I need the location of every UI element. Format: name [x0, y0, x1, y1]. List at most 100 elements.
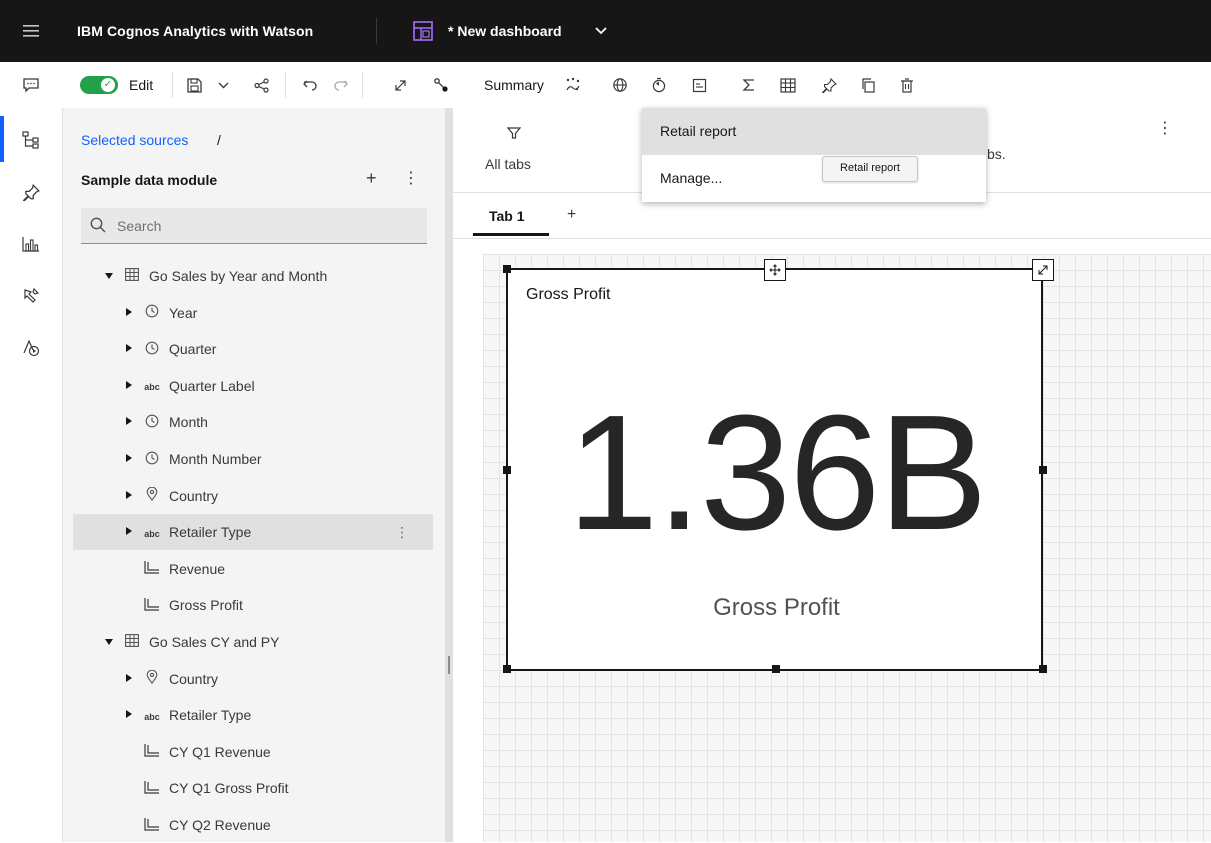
splitter-grip[interactable]: [448, 656, 450, 674]
tree-item[interactable]: Gross Profit: [73, 587, 433, 623]
caret-right-icon[interactable]: [123, 673, 135, 684]
media-icon[interactable]: [19, 336, 43, 360]
tree-item-label: Quarter: [169, 341, 217, 358]
sources-panel: Selected sources / Sample data module + …: [63, 108, 445, 842]
divider: [453, 238, 1211, 239]
tree-item[interactable]: CY Q2 Revenue: [73, 807, 433, 843]
pin-icon[interactable]: [818, 74, 840, 96]
overflow-menu-icon[interactable]: ⋮: [395, 524, 409, 541]
caret-right-icon[interactable]: [123, 490, 135, 501]
save-icon[interactable]: [183, 74, 205, 96]
dashboard-icon: [413, 21, 433, 41]
tree-item[interactable]: abc Retailer Type ⋮: [73, 514, 433, 551]
tree-item[interactable]: Go Sales by Year and Month: [73, 258, 433, 294]
resize-handle[interactable]: [1039, 665, 1047, 673]
all-tabs-filter-label[interactable]: All tabs: [485, 156, 531, 172]
header-divider: [376, 18, 377, 44]
maximize-icon[interactable]: [1032, 259, 1054, 281]
filter-icon[interactable]: [506, 126, 522, 143]
table-icon[interactable]: [777, 74, 799, 96]
abc-icon: abc: [144, 528, 160, 539]
edit-toggle[interactable]: ✓: [80, 76, 118, 94]
widgets-icon[interactable]: [19, 284, 43, 308]
search-input[interactable]: [115, 208, 419, 244]
tree-item[interactable]: CY Q1 Revenue: [73, 734, 433, 770]
hamburger-menu-icon[interactable]: [0, 0, 62, 62]
expand-icon[interactable]: [389, 74, 411, 96]
caret-down-icon[interactable]: [103, 637, 115, 647]
add-tab-button[interactable]: +: [567, 206, 576, 224]
resize-handle[interactable]: [503, 466, 511, 474]
measure-icon: [141, 743, 163, 760]
add-source-button[interactable]: +: [366, 168, 377, 189]
tab-1[interactable]: Tab 1: [489, 208, 525, 224]
chat-icon[interactable]: [20, 74, 42, 96]
menu-item-retail-report[interactable]: Retail report: [642, 108, 986, 155]
caret-right-icon[interactable]: [123, 454, 135, 464]
tree-item[interactable]: Revenue: [73, 551, 433, 587]
tree-item-label: Month Number: [169, 451, 262, 467]
move-icon[interactable]: [764, 259, 786, 281]
overflow-menu-icon[interactable]: ⋮: [1157, 118, 1173, 138]
tree-item-label: Country: [169, 487, 219, 504]
tree-item-label: Gross Profit: [169, 597, 243, 614]
tree-item-label: Go Sales CY and PY: [149, 634, 280, 650]
timer-icon[interactable]: [648, 74, 670, 96]
caret-right-icon[interactable]: [123, 307, 135, 318]
caret-right-icon[interactable]: [123, 344, 135, 354]
toolbar-divider: [285, 72, 286, 98]
undo-icon[interactable]: [298, 74, 320, 96]
share-icon[interactable]: [250, 74, 272, 96]
edit-label: Edit: [129, 77, 154, 93]
tree-item[interactable]: CY Q1 Gross Profit: [73, 770, 433, 806]
panel-splitter[interactable]: [445, 108, 453, 842]
data-tree-icon[interactable]: [19, 128, 43, 152]
caret-right-icon[interactable]: [123, 710, 135, 720]
caret-down-icon[interactable]: [103, 271, 115, 281]
chevron-down-icon[interactable]: [212, 74, 234, 96]
link-icon[interactable]: [430, 74, 452, 96]
tree-item[interactable]: Month Number: [73, 441, 433, 477]
delete-icon[interactable]: [896, 74, 918, 96]
resize-handle[interactable]: [772, 665, 780, 673]
clock-icon: [141, 414, 163, 431]
tree-item[interactable]: abc Retailer Type: [73, 697, 433, 733]
top-header: IBM Cognos Analytics with Watson * New d…: [0, 0, 1211, 62]
resize-handle[interactable]: [503, 265, 511, 273]
tree-item[interactable]: Month: [73, 404, 433, 440]
sum-icon[interactable]: [738, 74, 760, 96]
table-icon: [121, 634, 143, 650]
caret-right-icon[interactable]: [123, 380, 135, 391]
menu-item-manage[interactable]: Manage...: [642, 155, 986, 202]
breadcrumb-selected-sources[interactable]: Selected sources: [81, 132, 188, 148]
tree-item[interactable]: Country: [73, 661, 433, 697]
kpi-widget[interactable]: Gross Profit 1.36B Gross Profit: [503, 259, 1054, 673]
location-icon: [141, 669, 163, 687]
caret-right-icon[interactable]: [123, 527, 135, 537]
tree-item-label: CY Q2 Revenue: [169, 817, 271, 833]
tree-item[interactable]: Country: [73, 478, 433, 514]
summary-label[interactable]: Summary: [484, 62, 544, 108]
tree-item[interactable]: Year: [73, 295, 433, 331]
chevron-down-icon[interactable]: [594, 24, 608, 38]
visualizations-icon[interactable]: [19, 232, 43, 256]
dashboard-title[interactable]: * New dashboard: [448, 0, 562, 62]
resize-handle[interactable]: [503, 665, 511, 673]
caret-right-icon[interactable]: [123, 417, 135, 427]
pin-icon[interactable]: [19, 180, 43, 204]
dashboard-main: All tabs bs. ⋮ Tab 1 + Gross Profit 1.36…: [453, 108, 1211, 842]
tree-item[interactable]: Go Sales CY and PY: [73, 624, 433, 660]
globe-icon[interactable]: [609, 74, 631, 96]
redo-icon[interactable]: [330, 74, 352, 96]
location-icon: [141, 486, 163, 504]
overflow-menu-icon[interactable]: ⋮: [403, 168, 419, 188]
copy-icon[interactable]: [857, 74, 879, 96]
search-field: [81, 208, 427, 244]
measure-icon: [141, 597, 163, 614]
widget-properties-icon[interactable]: [688, 74, 710, 96]
insights-icon[interactable]: [562, 74, 584, 96]
tree-item[interactable]: abc Quarter Label: [73, 368, 433, 404]
filter-hint-text: bs.: [987, 146, 1006, 162]
tree-item[interactable]: Quarter: [73, 331, 433, 367]
resize-handle[interactable]: [1039, 466, 1047, 474]
